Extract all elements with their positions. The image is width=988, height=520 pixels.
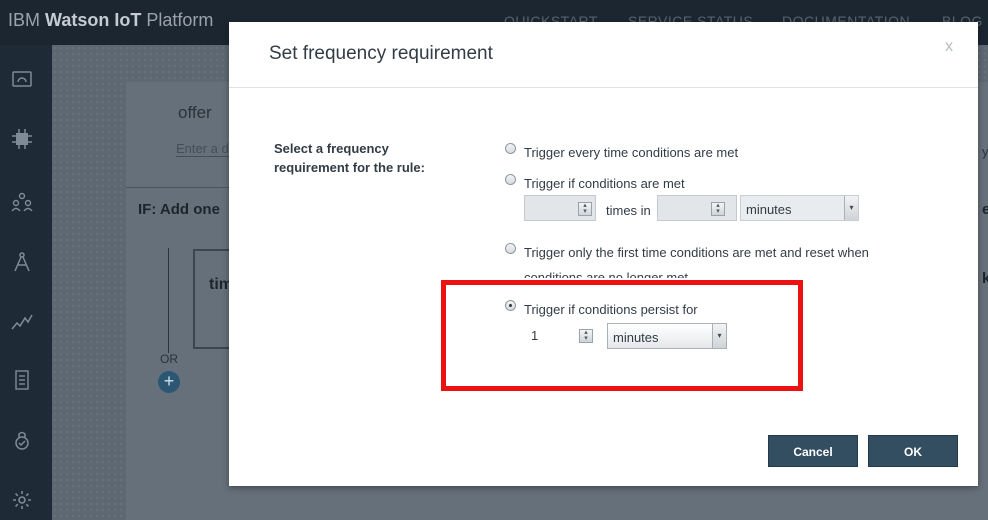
dialog-header: Set frequency requirement x: [229, 22, 978, 88]
brand-logo[interactable]: IBM Watson IoT Platform: [8, 10, 213, 31]
option-if-met-label: Trigger if conditions are met: [524, 176, 685, 191]
if-condition-heading: IF: Add one: [138, 201, 220, 218]
analytics-icon[interactable]: [10, 310, 34, 334]
if-met-unit-select[interactable]: minutes ▾: [740, 195, 859, 221]
close-icon[interactable]: x: [945, 38, 953, 56]
or-label: OR: [160, 352, 178, 366]
divider: [126, 187, 236, 188]
radio-first-time[interactable]: [505, 243, 516, 254]
frequency-dialog: Set frequency requirement x Select a fre…: [229, 22, 978, 486]
radio-if-met[interactable]: [505, 174, 516, 185]
brand-prefix: IBM: [8, 10, 41, 30]
ok-button[interactable]: OK: [868, 435, 958, 467]
right-partial-heading: ed: [982, 201, 988, 218]
dialog-title: Set frequency requirement: [269, 43, 493, 64]
sidebar: [0, 45, 52, 520]
add-condition-icon[interactable]: +: [158, 371, 180, 393]
compass-icon[interactable]: [10, 250, 34, 274]
security-icon[interactable]: [10, 429, 34, 453]
dashboard-icon[interactable]: [10, 67, 34, 91]
settings-icon[interactable]: [10, 488, 34, 512]
brand-name: Watson IoT: [45, 10, 142, 30]
stepper-arrows-icon[interactable]: ▴ ▾: [578, 202, 592, 216]
highlight-box: [441, 280, 803, 391]
condition-connector-line: [168, 248, 169, 353]
cancel-button[interactable]: Cancel: [768, 435, 858, 467]
stepper-arrows-icon[interactable]: ▴ ▾: [711, 202, 725, 216]
times-in-label: times in: [606, 203, 651, 218]
chevron-down-icon: ▾: [844, 196, 858, 220]
rule-name[interactable]: offer: [178, 103, 212, 123]
members-icon[interactable]: [10, 190, 34, 214]
radio-every-time[interactable]: [505, 143, 516, 154]
right-partial-box-label: k: [982, 270, 988, 287]
option-first-time-line1: Trigger only the first time conditions a…: [524, 245, 869, 260]
option-first-time-line2: conditions are no longer met: [524, 270, 689, 278]
option-every-time-label: Trigger every time conditions are met: [524, 145, 739, 160]
if-met-unit-value: minutes: [746, 202, 792, 217]
right-partial-label: y:: [982, 144, 988, 159]
document-icon[interactable]: [10, 368, 34, 392]
time-window-stepper[interactable]: ▴ ▾: [657, 195, 737, 221]
chip-icon[interactable]: [10, 127, 34, 151]
brand-suffix: Platform: [146, 10, 214, 30]
rule-description-input[interactable]: Enter a d: [176, 141, 236, 157]
times-count-stepper[interactable]: ▴ ▾: [524, 195, 596, 221]
frequency-prompt: Select a frequency requirement for the r…: [274, 141, 425, 175]
